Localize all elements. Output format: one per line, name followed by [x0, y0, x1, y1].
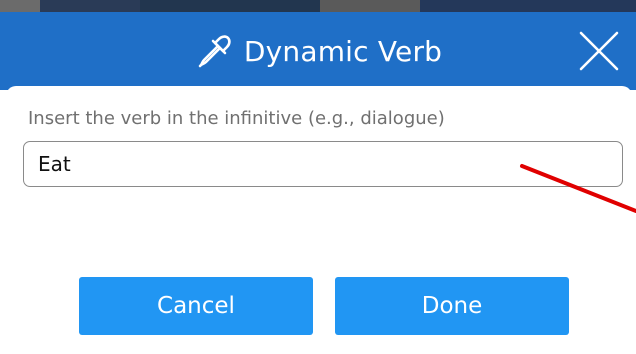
close-button[interactable] [576, 28, 622, 74]
verb-input[interactable] [23, 141, 623, 187]
dialog-title-group: Dynamic Verb [0, 12, 636, 90]
app-frame: Dynamic Verb Insert the verb in the infi… [0, 0, 636, 354]
eyedropper-icon [194, 31, 234, 71]
verb-field-label: Insert the verb in the infinitive (e.g.,… [28, 108, 445, 129]
close-icon[interactable] [576, 28, 622, 74]
background-window-strip [0, 0, 636, 12]
dialog-body: Insert the verb in the infinitive (e.g.,… [6, 86, 632, 354]
done-button[interactable]: Done [335, 277, 569, 335]
cancel-button[interactable]: Cancel [79, 277, 313, 335]
dialog-title: Dynamic Verb [243, 34, 443, 68]
dialog-titlebar: Dynamic Verb [0, 12, 636, 90]
